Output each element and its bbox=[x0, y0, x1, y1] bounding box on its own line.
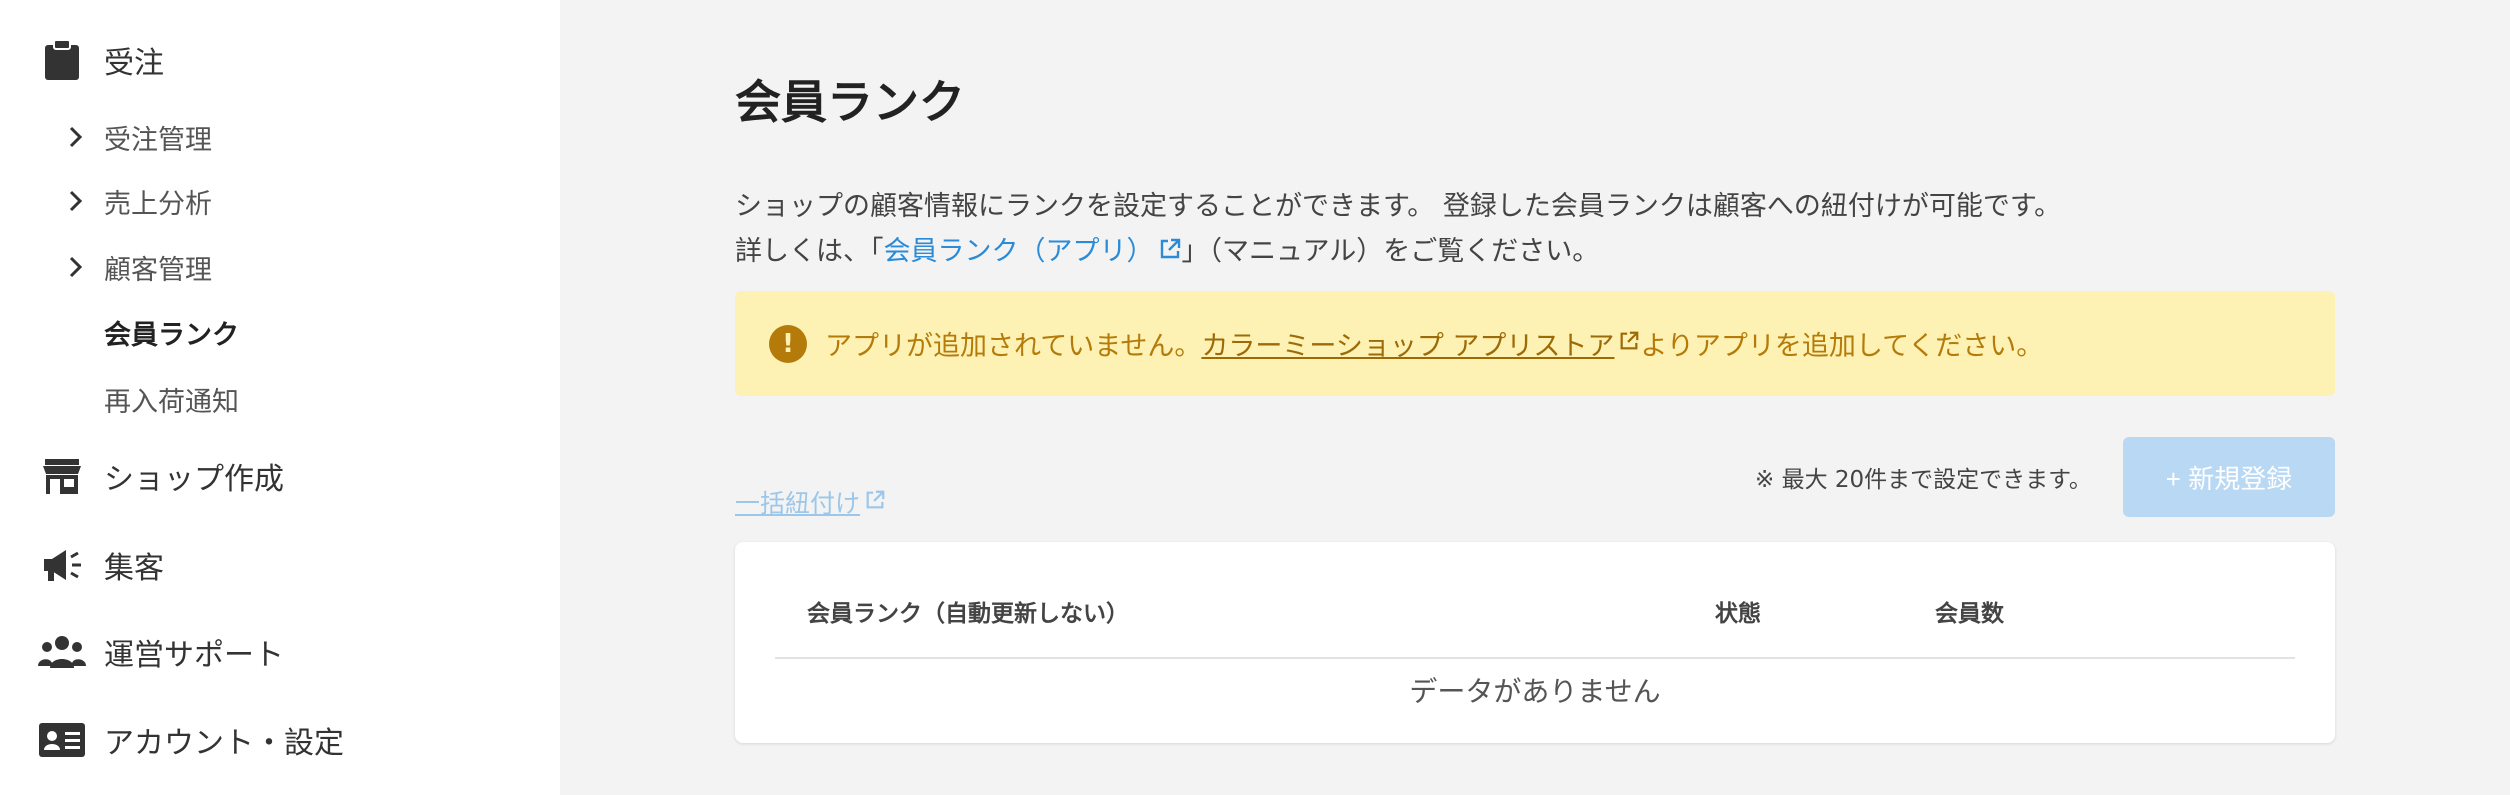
bulk-link-button[interactable]: 一括紐付け bbox=[735, 484, 886, 520]
sidebar-item-restock-notice[interactable]: 再入荷通知 bbox=[104, 374, 239, 424]
column-header-rank: 会員ランク（自動更新しない） bbox=[807, 601, 1129, 627]
app-store-link[interactable]: カラーミーショップ アプリストア bbox=[1201, 324, 1614, 363]
warning-icon: ! bbox=[769, 324, 807, 363]
sidebar-item-customer-management[interactable]: 顧客管理 bbox=[68, 242, 212, 292]
description-suffix: 」（マニュアル）をご覧ください。 bbox=[1181, 236, 1600, 267]
bulk-link-label: 一括紐付け bbox=[735, 489, 861, 518]
nav-operation-support[interactable]: 運営サポート bbox=[38, 622, 284, 682]
column-header-member-count: 会員数 bbox=[1935, 601, 2004, 627]
nav-orders[interactable]: 受注 bbox=[38, 30, 164, 90]
manual-link-label: 会員ランク（アプリ） bbox=[883, 236, 1154, 267]
alert-suffix: よりアプリを追加してください。 bbox=[1640, 331, 2044, 362]
external-link-icon bbox=[864, 488, 886, 517]
sidebar-item-order-management[interactable]: 受注管理 bbox=[68, 112, 212, 162]
id-card-icon bbox=[38, 716, 86, 764]
sidebar-item-member-rank[interactable]: 会員ランク bbox=[104, 307, 239, 357]
megaphone-icon bbox=[38, 541, 86, 589]
sidebar-item-label: 顧客管理 bbox=[104, 254, 212, 286]
chevron-right-icon bbox=[68, 125, 104, 149]
page-title: 会員ランク bbox=[735, 75, 965, 129]
external-link-icon bbox=[1158, 230, 1182, 275]
new-registration-button[interactable]: + 新規登録 bbox=[2123, 437, 2335, 517]
nav-orders-label: 受注 bbox=[104, 46, 164, 81]
nav-shop-builder[interactable]: ショップ作成 bbox=[38, 446, 284, 506]
description-line-2: 詳しくは、「会員ランク（アプリ） 」（マニュアル）をご覧ください。 bbox=[735, 229, 2061, 275]
table-divider bbox=[775, 657, 2295, 659]
sidebar-item-label: 売上分析 bbox=[104, 188, 212, 220]
empty-message: データがありません bbox=[1409, 675, 1661, 708]
nav-marketing[interactable]: 集客 bbox=[38, 535, 164, 595]
sidebar-item-sales-analysis[interactable]: 売上分析 bbox=[68, 176, 212, 226]
external-link-icon bbox=[1618, 328, 1640, 359]
member-rank-table: 会員ランク（自動更新しない） 状態 会員数 データがありません bbox=[735, 542, 2335, 743]
sidebar-item-label: 受注管理 bbox=[104, 124, 212, 156]
limit-note: ※ 最大 20件まで設定できます。 bbox=[1755, 467, 2092, 493]
sidebar: 受注 受注管理 売上分析 顧客管理 会員ランク 再入荷通知 ショップ作成 集客 … bbox=[0, 0, 560, 795]
chevron-right-icon bbox=[68, 189, 104, 213]
description-prefix: 詳しくは、「 bbox=[735, 236, 884, 267]
nav-label: 集客 bbox=[104, 551, 164, 586]
manual-link[interactable]: 会員ランク（アプリ） bbox=[884, 236, 1182, 267]
chevron-right-icon bbox=[68, 255, 104, 279]
column-header-status: 状態 bbox=[1715, 601, 1761, 627]
nav-label: 運営サポート bbox=[104, 638, 284, 673]
main-content: 会員ランク ショップの顧客情報にランクを設定することができます。 登録した会員ラ… bbox=[560, 0, 2510, 795]
alert-prefix: アプリが追加されていません。 bbox=[825, 331, 1202, 362]
clipboard-icon bbox=[38, 36, 86, 84]
description-line-1: ショップの顧客情報にランクを設定することができます。 登録した会員ランクは顧客へ… bbox=[735, 191, 2062, 222]
people-icon bbox=[38, 628, 86, 676]
store-icon bbox=[38, 452, 86, 500]
sidebar-item-label: 再入荷通知 bbox=[104, 386, 239, 418]
app-not-added-alert: ! アプリが追加されていません。 カラーミーショップ アプリストア よりアプリを… bbox=[735, 291, 2335, 396]
nav-label: ショップ作成 bbox=[104, 462, 284, 497]
page-description: ショップの顧客情報にランクを設定することができます。 登録した会員ランクは顧客へ… bbox=[735, 184, 2061, 275]
sidebar-item-label: 会員ランク bbox=[104, 319, 239, 351]
nav-label: アカウント・設定 bbox=[104, 726, 344, 761]
nav-account-settings[interactable]: アカウント・設定 bbox=[38, 710, 344, 770]
